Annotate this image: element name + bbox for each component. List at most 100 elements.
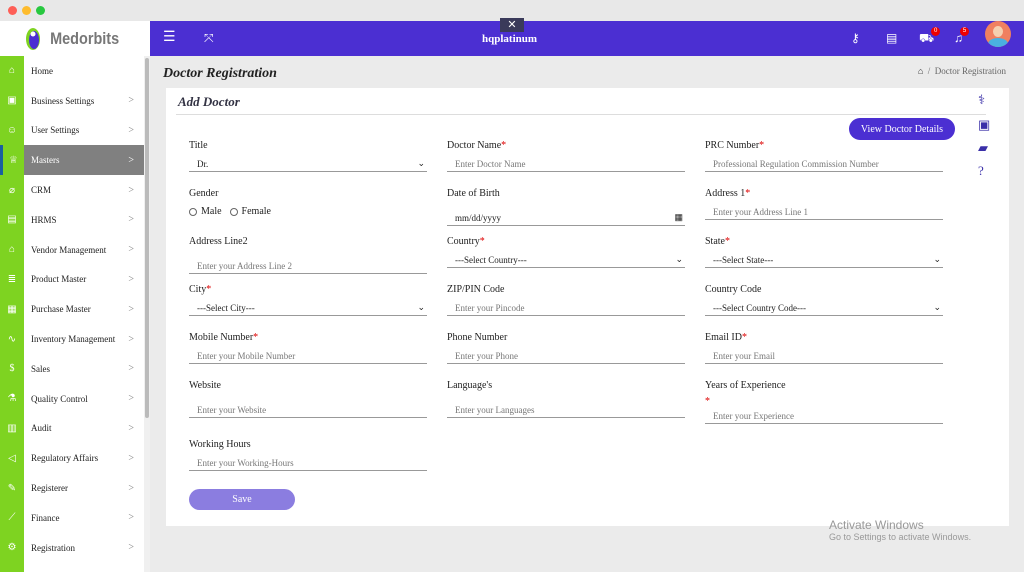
chevron-right-icon: > [128,452,134,464]
sidebar-icon[interactable]: ≣ [0,265,24,295]
experience-input[interactable]: Enter your Experience [705,408,943,424]
sidebar-icon[interactable]: ▤ [0,205,24,235]
sidebar-item[interactable]: Sales > [24,354,144,384]
zip-input[interactable]: Enter your Pincode [447,300,685,316]
country-select[interactable]: ---Select Country--- ⌄ [447,252,685,268]
chevron-right-icon: > [128,154,134,166]
languages-input[interactable]: Enter your Languages [447,402,685,418]
sidebar-icon[interactable]: $ [0,354,24,384]
prc-field-group: PRC Number* Professional Regulation Commi… [705,140,943,172]
title-select[interactable]: Dr. ⌄ [189,156,427,172]
sidebar-item[interactable]: HRMS > [24,205,144,235]
hamburger-icon[interactable]: ☰ [163,29,176,46]
sidebar-item[interactable]: Masters > [24,145,144,176]
close-overlay-icon[interactable]: ✕ [500,18,524,32]
logo-icon [25,27,40,50]
sidebar-item-label: Sales [31,363,50,374]
prc-input[interactable]: Professional Regulation Commission Numbe… [705,156,943,172]
sidebar-item[interactable]: Quality Control > [24,384,144,414]
breadcrumb-current: Doctor Registration [934,66,1006,76]
save-button[interactable]: Save [189,489,295,510]
sidebar-item[interactable]: Business Settings > [24,86,144,116]
sidebar-icon[interactable]: ▦ [0,294,24,324]
doctor-icon[interactable]: ⚕ [978,92,985,108]
translate-icon[interactable]: ▤ [886,31,897,46]
fullscreen-icon[interactable]: ⤧ [204,31,214,46]
logo[interactable]: Medorbits [0,21,150,56]
sidebar-icon[interactable]: ☺ [0,116,24,146]
sidebar-item-label: HRMS [31,214,57,225]
field-label: ZIP/PIN Code [447,284,505,295]
sidebar-icon[interactable]: ⌀ [0,175,24,205]
address1-input[interactable]: Enter your Address Line 1 [705,204,943,220]
phone-input[interactable]: Enter your Phone [447,348,685,364]
sidebar-icon[interactable]: ⌂ [0,235,24,265]
sidebar-item[interactable]: Finance > [24,503,144,533]
home-icon[interactable]: ⌂ [918,66,923,76]
gender-field-group: Gender Male Female [189,188,427,217]
country-code-select[interactable]: ---Select Country Code--- ⌄ [705,300,943,316]
sidebar-icon[interactable]: ⚗ [0,384,24,414]
breadcrumb: ⌂ / Doctor Registration [917,66,1006,76]
sidebar-item[interactable]: Inventory Management > [24,324,144,354]
field-label: City* [189,284,212,295]
dob-input[interactable]: mm/dd/yyyy ▦ [447,210,685,226]
sidebar-icon[interactable]: ▣ [0,86,24,116]
sidebar-icon[interactable]: ◁ [0,443,24,473]
sidebar-icon[interactable]: ∿ [0,324,24,354]
sidebar-icon[interactable]: ▥ [0,414,24,444]
calendar-icon[interactable]: ▦ [674,212,683,223]
city-select[interactable]: ---Select City--- ⌄ [189,300,427,316]
sidebar-item[interactable]: Registration > [24,533,144,563]
sidebar-item-label: Registration [31,542,75,553]
sidebar-icon[interactable]: ⌂ [0,56,24,86]
field-label: Title [189,140,208,151]
header-title: hqplatinum [482,33,538,45]
female-radio[interactable] [229,207,238,216]
email-input[interactable]: Enter your Email [705,348,943,364]
sidebar-item[interactable]: Purchase Master > [24,294,144,324]
country-field-group: Country* ---Select Country--- ⌄ [447,236,685,268]
sidebar-icon[interactable]: ✎ [0,473,24,503]
male-label: Male [201,206,222,217]
maximize-dot[interactable] [36,6,45,15]
video-file-icon[interactable]: ▣ [978,117,990,133]
view-doctor-details-button[interactable]: View Doctor Details [849,118,955,140]
sidebar-item[interactable]: Regulatory Affairs > [24,443,144,473]
sidebar-item[interactable]: Home [24,56,144,86]
male-radio[interactable] [189,207,197,216]
sidebar-item[interactable]: Audit > [24,414,144,444]
chevron-down-icon: ⌄ [933,302,941,312]
sidebar-icon[interactable]: ⚙ [0,533,24,563]
bell-icon[interactable]: ♫ 5 [954,27,969,46]
book-icon[interactable]: ▰ [978,140,988,156]
state-select[interactable]: ---Select State--- ⌄ [705,252,943,268]
sidebar-item[interactable]: User Settings > [24,116,144,146]
sidebar-icon[interactable]: ⟋ [0,503,24,533]
sidebar-scrollbar[interactable] [144,56,150,572]
working-hours-input[interactable]: Enter your Working-Hours [189,455,427,471]
website-input[interactable]: Enter your Website [189,402,427,418]
sidebar-item-label: Vendor Management [31,244,107,255]
address2-field-group: Address Line2 Enter your Address Line 2 [189,236,427,274]
address2-input[interactable]: Enter your Address Line 2 [189,258,427,274]
title-field-group: Title Dr. ⌄ [189,140,427,172]
field-label: Working Hours [189,439,251,450]
sidebar-icon[interactable]: ♕ [0,145,24,176]
close-dot[interactable] [8,6,17,15]
cart-icon[interactable]: ⛟ 0 [919,27,941,47]
mobile-input[interactable]: Enter your Mobile Number [189,348,427,364]
key-icon[interactable]: ⚷ [851,31,860,46]
card-title: Add Doctor [178,94,240,109]
sidebar-item[interactable]: Vendor Management > [24,235,144,265]
sidebar-item[interactable]: CRM > [24,175,144,205]
field-label: Country Code [705,284,762,295]
minimize-dot[interactable] [22,6,31,15]
avatar[interactable] [985,21,1011,47]
help-icon[interactable]: ? [978,163,984,179]
page-title: Doctor Registration [163,66,277,81]
sidebar-item[interactable]: Product Master > [24,265,144,295]
sidebar-item[interactable]: Registerer > [24,473,144,503]
doctor-name-input[interactable]: Enter Doctor Name [447,156,685,172]
watermark-line1: Activate Windows [829,518,924,532]
